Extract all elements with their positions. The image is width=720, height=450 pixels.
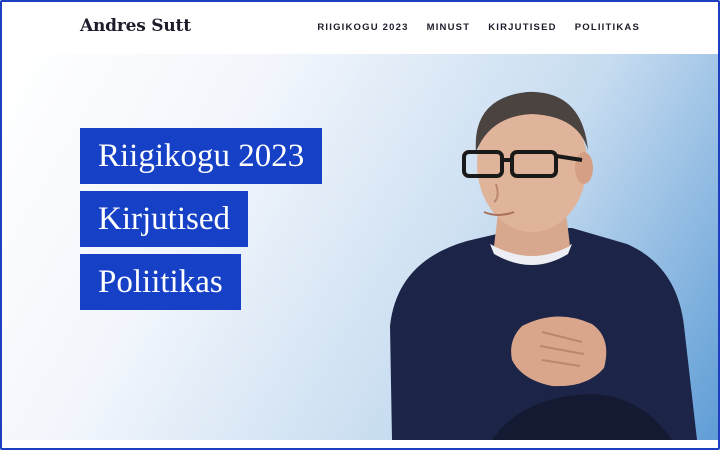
hero-section: Riigikogu 2023 Kirjutised Poliitikas bbox=[2, 54, 718, 440]
nav-minust[interactable]: MINUST bbox=[427, 22, 471, 33]
hero-link-list: Riigikogu 2023 Kirjutised Poliitikas bbox=[80, 128, 323, 310]
hero-link-poliitikas[interactable]: Poliitikas bbox=[80, 254, 241, 310]
nav-poliitikas[interactable]: POLIITIKAS bbox=[575, 22, 640, 33]
hero-link-kirjutised[interactable]: Kirjutised bbox=[80, 191, 248, 247]
site-header: Andres Sutt RIIGIKOGU 2023 MINUST KIRJUT… bbox=[2, 2, 718, 54]
nav-riigikogu-2023[interactable]: RIIGIKOGU 2023 bbox=[317, 22, 408, 33]
browser-frame: Andres Sutt RIIGIKOGU 2023 MINUST KIRJUT… bbox=[0, 0, 720, 450]
footer-strip bbox=[2, 440, 718, 448]
nav-kirjutised[interactable]: KIRJUTISED bbox=[488, 22, 556, 33]
hero-link-riigikogu-2023[interactable]: Riigikogu 2023 bbox=[80, 128, 323, 184]
main-nav: RIIGIKOGU 2023 MINUST KIRJUTISED POLIITI… bbox=[317, 22, 640, 33]
site-logo[interactable]: Andres Sutt bbox=[80, 16, 191, 36]
portrait-image bbox=[390, 91, 697, 440]
